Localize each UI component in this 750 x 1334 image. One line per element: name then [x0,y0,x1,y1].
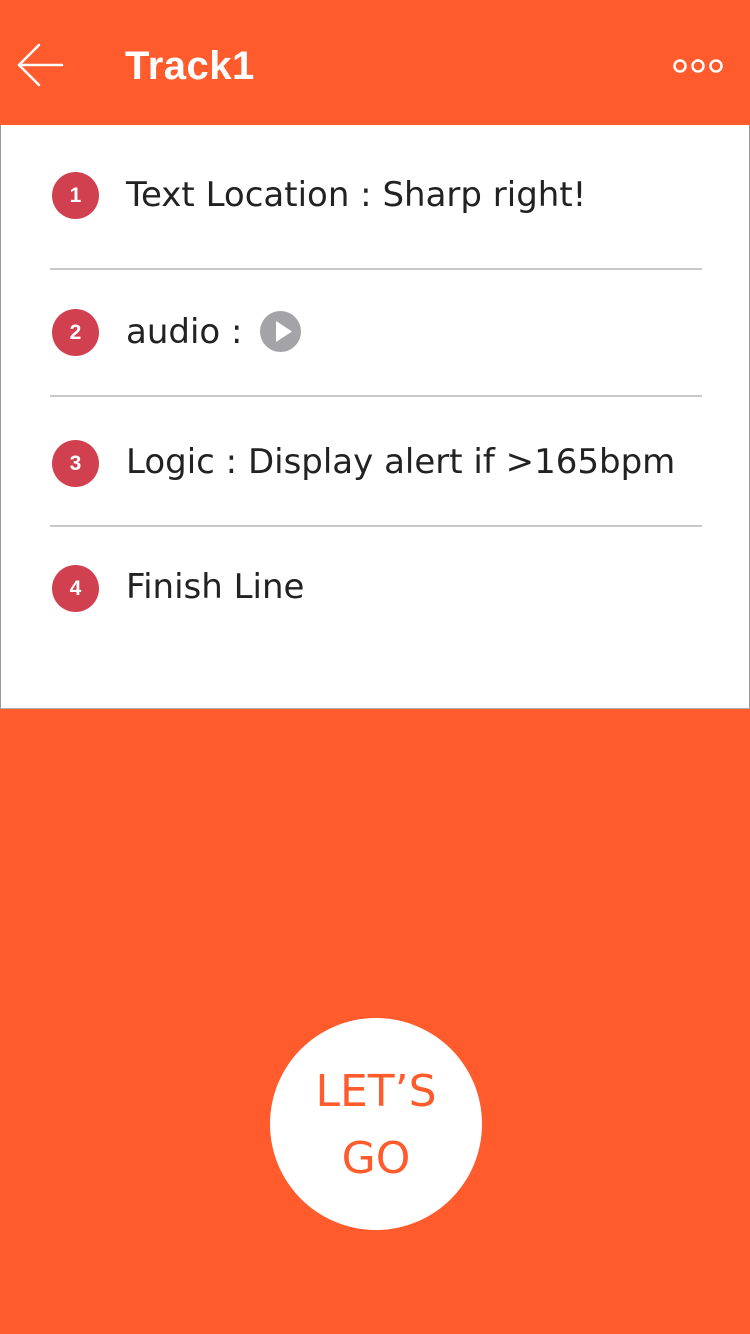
steps-list: 1 Text Location : Sharp right! 2 audio :… [0,125,750,709]
more-dots-icon [673,59,723,73]
screen: Track1 1 Text Location : Sharp right! 2 … [0,0,750,1334]
divider [50,395,702,397]
more-button[interactable] [668,50,728,82]
audio-play-button[interactable] [260,311,301,352]
page-title: Track1 [125,44,255,88]
step-number-badge: 4 [52,565,99,612]
lets-go-button[interactable]: LET’S GO [270,1018,482,1230]
header-bar: Track1 [0,0,750,125]
back-arrow-icon [17,43,64,87]
back-button[interactable] [14,38,68,92]
step-label: audio : [126,312,243,352]
play-icon [276,321,292,342]
step-label: Text Location : Sharp right! [126,175,587,215]
divider [50,525,702,527]
lets-go-label-line1: LET’S [315,1066,437,1117]
step-label: Finish Line [126,567,305,607]
lets-go-label-line2: GO [341,1133,411,1184]
step-number-badge: 1 [52,172,99,219]
step-number-badge: 2 [52,309,99,356]
step-label: Logic : Display alert if >165bpm [126,442,676,482]
divider [50,268,702,270]
step-number-badge: 3 [52,440,99,487]
